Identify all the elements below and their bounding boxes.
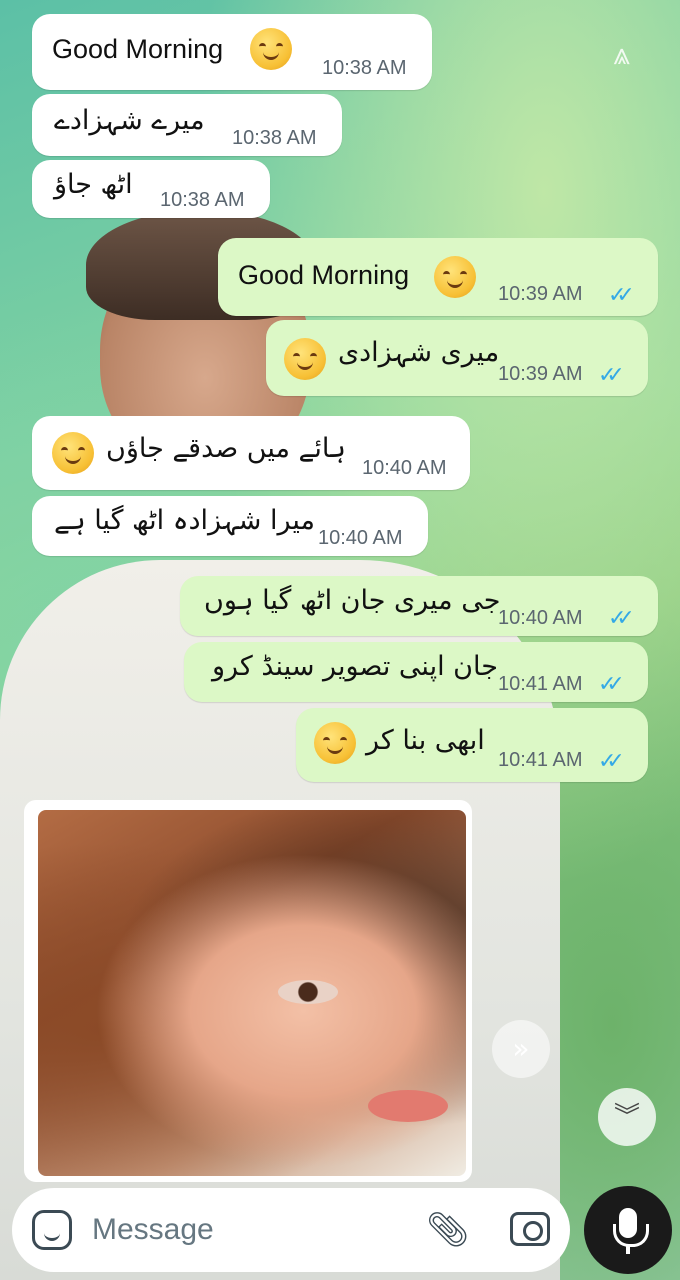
message-bubble-outgoing[interactable]: میری شہزادی 10:39 AM ✓✓	[266, 320, 648, 396]
message-text: میرے شہزادے	[54, 105, 205, 136]
message-text: ابھی بنا کر	[366, 725, 485, 756]
face-with-hand-over-mouth-icon	[52, 432, 94, 474]
double-check-read-icon: ✓✓	[598, 749, 625, 774]
message-time: 10:39 AM	[498, 363, 583, 385]
shared-photo[interactable]	[38, 810, 466, 1176]
sticker-icon[interactable]	[32, 1210, 72, 1250]
smiling-face-with-hearts-icon	[284, 338, 326, 380]
message-text: اٹھ جاؤ	[54, 169, 133, 200]
voice-record-button[interactable]	[584, 1186, 672, 1274]
photo-detail-eye	[278, 980, 338, 1004]
photo-detail-lips	[368, 1090, 448, 1122]
message-bubble-outgoing[interactable]: Good Morning 10:39 AM ✓✓	[218, 238, 658, 316]
capcut-logo-icon: ⩓	[613, 37, 631, 72]
message-bubble-incoming[interactable]: Good Morning 10:38 AM	[32, 14, 432, 90]
message-time: 10:41 AM	[498, 749, 583, 771]
message-time: 10:38 AM	[322, 57, 407, 79]
message-bubble-incoming[interactable]: اٹھ جاؤ 10:38 AM	[32, 160, 270, 218]
camera-icon[interactable]	[510, 1212, 550, 1246]
smiling-face-with-hearts-icon	[250, 28, 292, 70]
paperclip-icon[interactable]: 📎︎	[426, 1208, 469, 1252]
message-text: جی میری جان اٹھ گیا ہوں	[204, 585, 501, 616]
message-text: میری شہزادی	[338, 337, 500, 368]
forward-icon: »	[512, 1032, 530, 1065]
message-composer: 📎︎	[12, 1188, 570, 1272]
message-text: میرا شہزادہ اٹھ گیا ہے	[54, 505, 315, 536]
message-time: 10:38 AM	[232, 127, 317, 149]
message-bubble-incoming[interactable]: ہائے میں صدقے جاؤں 10:40 AM	[32, 416, 470, 490]
hugging-face-icon	[314, 722, 356, 764]
partying-face-icon	[434, 256, 476, 298]
message-time: 10:40 AM	[362, 457, 447, 479]
message-bubble-outgoing[interactable]: جی میری جان اٹھ گیا ہوں 10:40 AM ✓✓	[180, 576, 658, 636]
message-time: 10:40 AM	[498, 607, 583, 629]
message-text: جان اپنی تصویر سینڈ کرو	[212, 651, 498, 682]
scroll-to-bottom-button[interactable]: ︾	[598, 1088, 656, 1146]
message-text: Good Morning	[52, 34, 224, 64]
forward-button[interactable]: »	[492, 1020, 550, 1078]
message-bubble-incoming[interactable]: میرے شہزادے 10:38 AM	[32, 94, 342, 156]
message-bubble-outgoing[interactable]: جان اپنی تصویر سینڈ کرو 10:41 AM ✓✓	[184, 642, 648, 702]
message-bubble-outgoing[interactable]: ابھی بنا کر 10:41 AM ✓✓	[296, 708, 648, 782]
microphone-stand	[626, 1244, 630, 1254]
message-time: 10:41 AM	[498, 673, 583, 695]
double-check-read-icon: ✓✓	[608, 606, 635, 631]
microphone-icon	[613, 1208, 649, 1247]
message-time: 10:38 AM	[160, 189, 245, 211]
double-check-read-icon: ✓✓	[598, 672, 625, 697]
double-check-read-icon: ✓✓	[608, 283, 635, 308]
photo-message-bubble[interactable]	[24, 800, 472, 1182]
message-bubble-incoming[interactable]: میرا شہزادہ اٹھ گیا ہے 10:40 AM	[32, 496, 428, 556]
message-text: ہائے میں صدقے جاؤں	[106, 433, 346, 464]
message-time: 10:40 AM	[318, 527, 403, 549]
double-chevron-down-icon: ︾	[613, 1102, 640, 1132]
message-input[interactable]	[92, 1204, 412, 1256]
message-time: 10:39 AM	[498, 283, 583, 305]
double-check-read-icon: ✓✓	[598, 363, 625, 388]
message-text: Good Morning	[238, 260, 410, 290]
